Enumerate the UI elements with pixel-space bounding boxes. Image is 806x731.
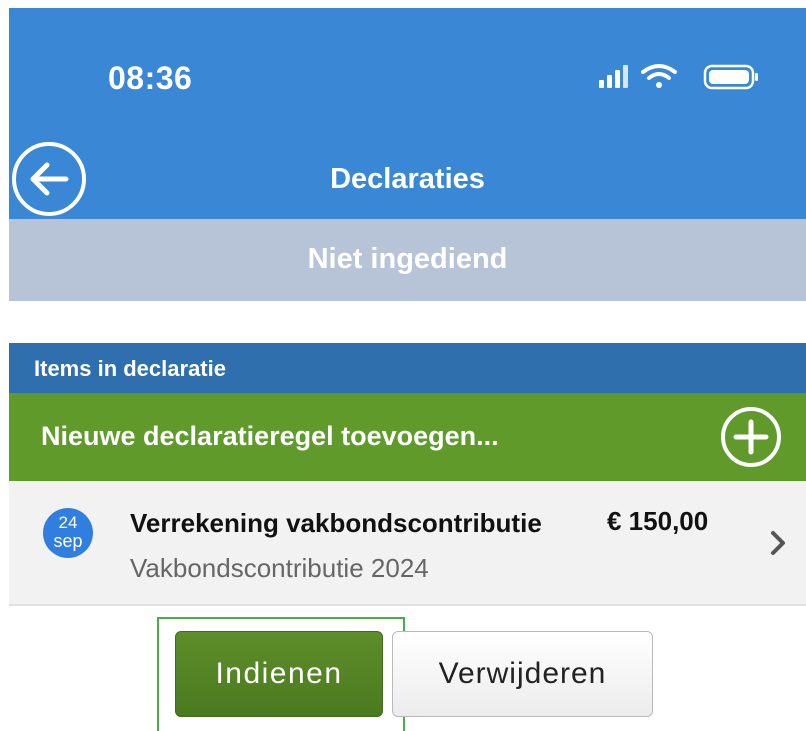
- battery-icon: [703, 64, 758, 90]
- plus-circle-icon[interactable]: [720, 406, 782, 468]
- submit-button[interactable]: Indienen: [175, 631, 383, 717]
- section-header: Items in declaratie: [9, 343, 806, 393]
- app-header: 08:36 Declaraties: [9, 8, 806, 219]
- item-subtitle: Vakbondscontributie 2024: [130, 553, 429, 583]
- wifi-icon: [641, 64, 677, 88]
- date-day: 24: [58, 513, 78, 532]
- date-badge: 24 sep: [43, 508, 93, 558]
- page-title: Declaraties: [330, 163, 485, 195]
- item-amount: € 150,00: [607, 506, 709, 536]
- declaration-status: Niet ingediend: [307, 243, 508, 275]
- signal-icon: [599, 65, 628, 88]
- date-month: sep: [53, 531, 83, 551]
- status-subheader: Niet ingediend: [9, 219, 806, 301]
- status-icons: [599, 60, 769, 94]
- chevron-right-icon: [771, 531, 785, 555]
- add-declaration-line-button[interactable]: Nieuwe declaratieregel toevoegen...: [9, 393, 806, 481]
- status-time: 08:36: [108, 60, 193, 96]
- delete-button[interactable]: Verwijderen: [392, 631, 653, 717]
- item-title: Verrekening vakbondscontributie: [130, 508, 542, 538]
- add-row-label: Nieuwe declaratieregel toevoegen...: [41, 421, 499, 451]
- section-title: Items in declaratie: [34, 356, 226, 381]
- declaration-item[interactable]: 24 sep Verrekening vakbondscontributie €…: [9, 481, 806, 606]
